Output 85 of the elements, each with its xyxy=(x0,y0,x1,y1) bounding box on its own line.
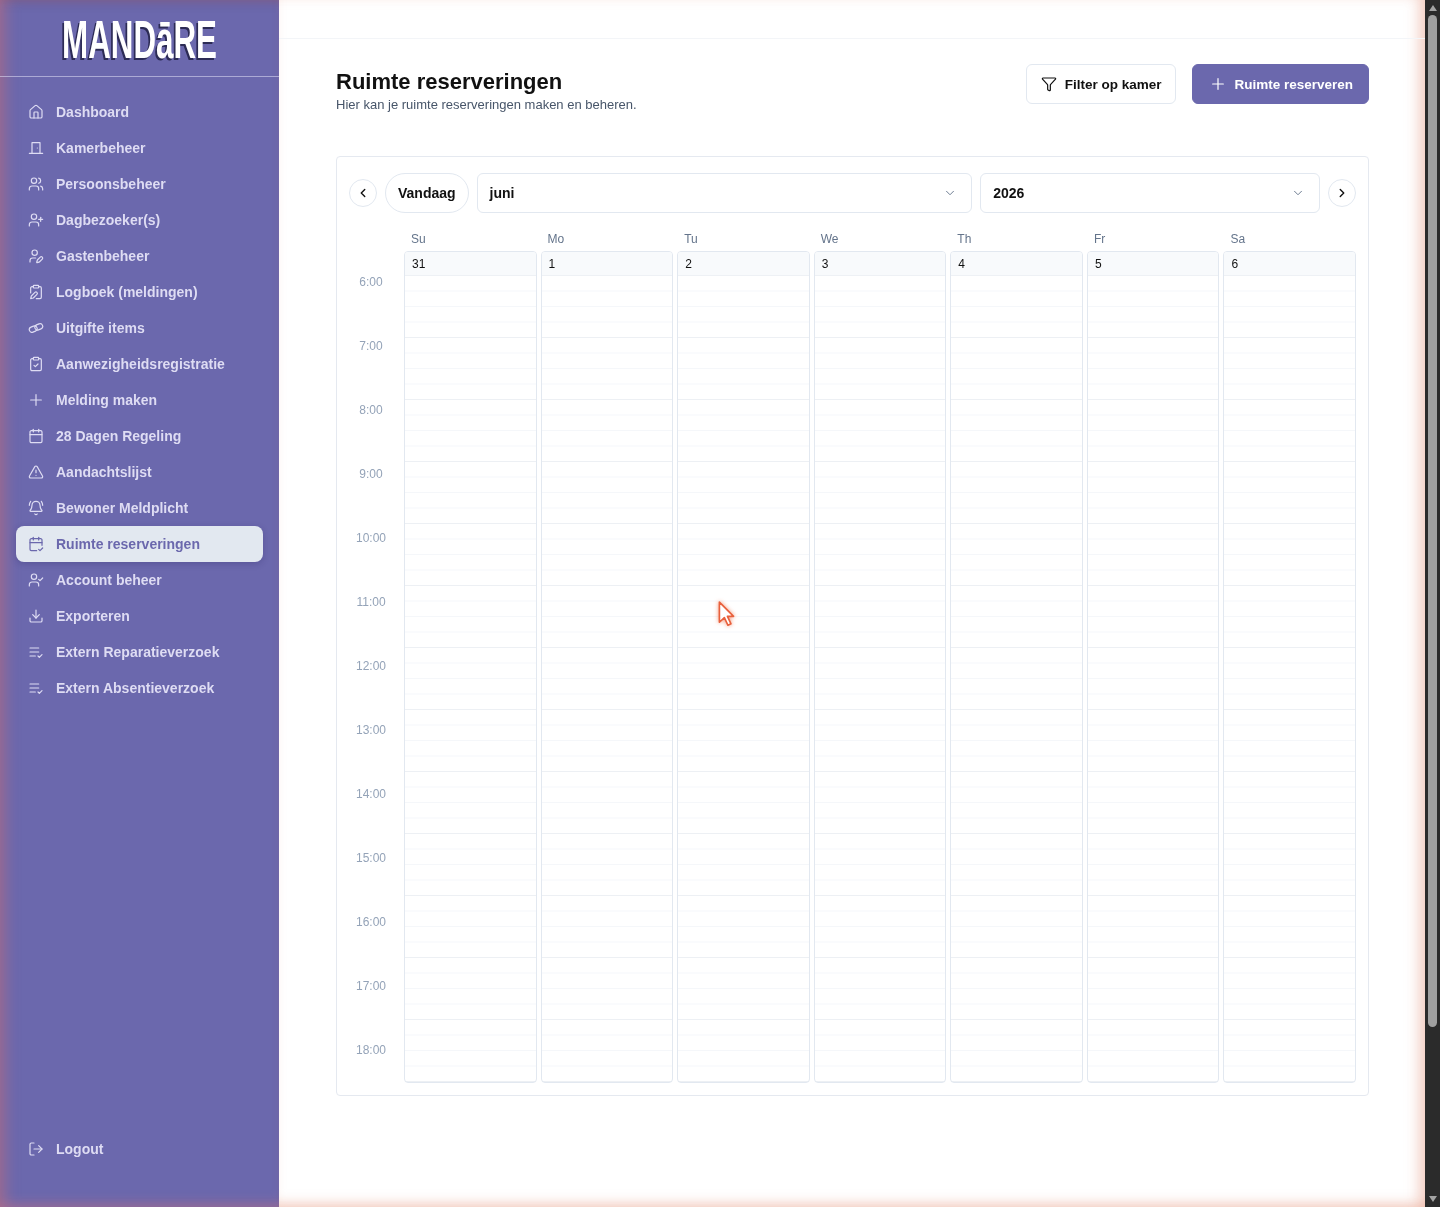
time-label: 14:00 xyxy=(356,786,386,802)
mouse-pointer-icon xyxy=(718,601,735,627)
day-column[interactable]: 5 xyxy=(1086,251,1220,1083)
today-button[interactable]: Vandaag xyxy=(385,173,469,213)
calendar-icon xyxy=(28,428,44,444)
year-select[interactable]: 2026 xyxy=(980,173,1320,213)
time-label: 9:00 xyxy=(359,466,383,482)
time-label: 18:00 xyxy=(356,1042,386,1058)
scroll-up-icon[interactable] xyxy=(1428,5,1437,11)
list-check-icon xyxy=(28,680,44,696)
plus-icon xyxy=(28,392,44,408)
day-number: 1 xyxy=(541,252,673,276)
weekday-label: Sa xyxy=(1229,231,1247,247)
list-check-icon xyxy=(28,644,44,660)
scrollbar[interactable] xyxy=(1425,0,1440,1207)
time-label: 13:00 xyxy=(356,722,386,738)
sidebar-item[interactable]: Melding maken xyxy=(16,382,263,418)
chain-link-icon xyxy=(28,320,44,336)
filter-icon xyxy=(1040,76,1057,92)
clipboard-check-icon xyxy=(28,356,44,372)
page-title: Ruimte reserveringen xyxy=(336,68,564,96)
logo: MANDāRE xyxy=(62,17,217,61)
sidebar-item[interactable]: Gastenbeheer xyxy=(16,238,263,274)
sidebar-item[interactable]: Aanwezigheidsregistratie xyxy=(16,346,263,382)
sidebar-item[interactable]: Uitgifte items xyxy=(16,310,263,346)
calendar-check-icon xyxy=(28,536,44,552)
sidebar-item[interactable]: Dashboard xyxy=(16,94,263,130)
door-icon xyxy=(28,140,44,156)
scroll-down-icon[interactable] xyxy=(1428,1196,1437,1202)
scrollbar-thumb[interactable] xyxy=(1428,15,1437,1027)
day-number: 4 xyxy=(951,252,1082,276)
sidebar-item[interactable]: Aandachtslijst xyxy=(16,454,263,490)
sidebar-item[interactable]: Dagbezoeker(s) xyxy=(16,202,263,238)
sidebar-item[interactable]: Account beheer xyxy=(16,562,263,598)
time-label: 12:00 xyxy=(356,658,386,674)
reserve-button[interactable]: Ruimte reserveren xyxy=(1192,64,1369,104)
warning-icon xyxy=(28,464,44,480)
time-label: 6:00 xyxy=(359,274,383,290)
day-column[interactable]: 6 xyxy=(1223,251,1357,1083)
users-icon xyxy=(28,176,44,192)
sidebar-item[interactable]: Kamerbeheer xyxy=(16,130,263,166)
logout-button[interactable]: Logout xyxy=(16,1131,263,1167)
day-column[interactable]: 2 xyxy=(677,251,810,1083)
sidebar-item[interactable]: Ruimte reserveringen xyxy=(16,526,263,562)
time-label: 11:00 xyxy=(356,594,386,610)
sidebar-item[interactable]: 28 Dagen Regeling xyxy=(16,418,263,454)
filter-button[interactable]: Filter op kamer xyxy=(1025,64,1177,104)
weekday-label: Su xyxy=(410,231,427,247)
page-subtitle: Hier kan je ruimte reserveringen maken en beheren. xyxy=(336,96,637,114)
time-label: 10:00 xyxy=(356,530,386,546)
weekday-label: We xyxy=(819,231,840,247)
time-label: 7:00 xyxy=(359,338,383,354)
download-icon xyxy=(28,608,44,624)
sidebar-item[interactable]: Logboek (meldingen) xyxy=(16,274,263,310)
day-number: 5 xyxy=(1087,252,1219,276)
day-number: 2 xyxy=(678,252,809,276)
time-label: 17:00 xyxy=(356,978,386,994)
sidebar-item[interactable]: Extern Absentieverzoek xyxy=(16,670,263,706)
day-number: 31 xyxy=(405,252,536,276)
weekday-label: Tu xyxy=(683,231,699,247)
day-column[interactable]: 3 xyxy=(813,251,947,1083)
day-column[interactable]: 1 xyxy=(540,251,674,1083)
clipboard-pen-icon xyxy=(28,284,44,300)
time-label: 16:00 xyxy=(356,914,386,930)
bell-icon xyxy=(28,500,44,516)
sidebar-item[interactable]: Extern Reparatieverzoek xyxy=(16,634,263,670)
plus-icon xyxy=(1210,76,1227,92)
user-pen-icon xyxy=(28,248,44,264)
month-select[interactable]: juni xyxy=(476,173,973,213)
day-number: 6 xyxy=(1224,252,1356,276)
home-icon xyxy=(28,104,44,120)
sidebar-item[interactable]: Bewoner Meldplicht xyxy=(16,490,263,526)
time-label: 8:00 xyxy=(359,402,383,418)
weekday-label: Fr xyxy=(1092,231,1107,247)
day-column[interactable]: 31 xyxy=(404,251,537,1083)
sidebar-item[interactable]: Persoonsbeheer xyxy=(16,166,263,202)
sidebar-item[interactable]: Exporteren xyxy=(16,598,263,634)
day-column[interactable]: 4 xyxy=(950,251,1083,1083)
day-number: 3 xyxy=(814,252,946,276)
time-label: 15:00 xyxy=(356,850,386,866)
user-check-icon xyxy=(28,572,44,588)
weekday-label: Mo xyxy=(546,231,566,247)
weekday-label: Th xyxy=(956,231,973,247)
logout-icon xyxy=(28,1141,44,1157)
user-plus-icon xyxy=(28,212,44,228)
